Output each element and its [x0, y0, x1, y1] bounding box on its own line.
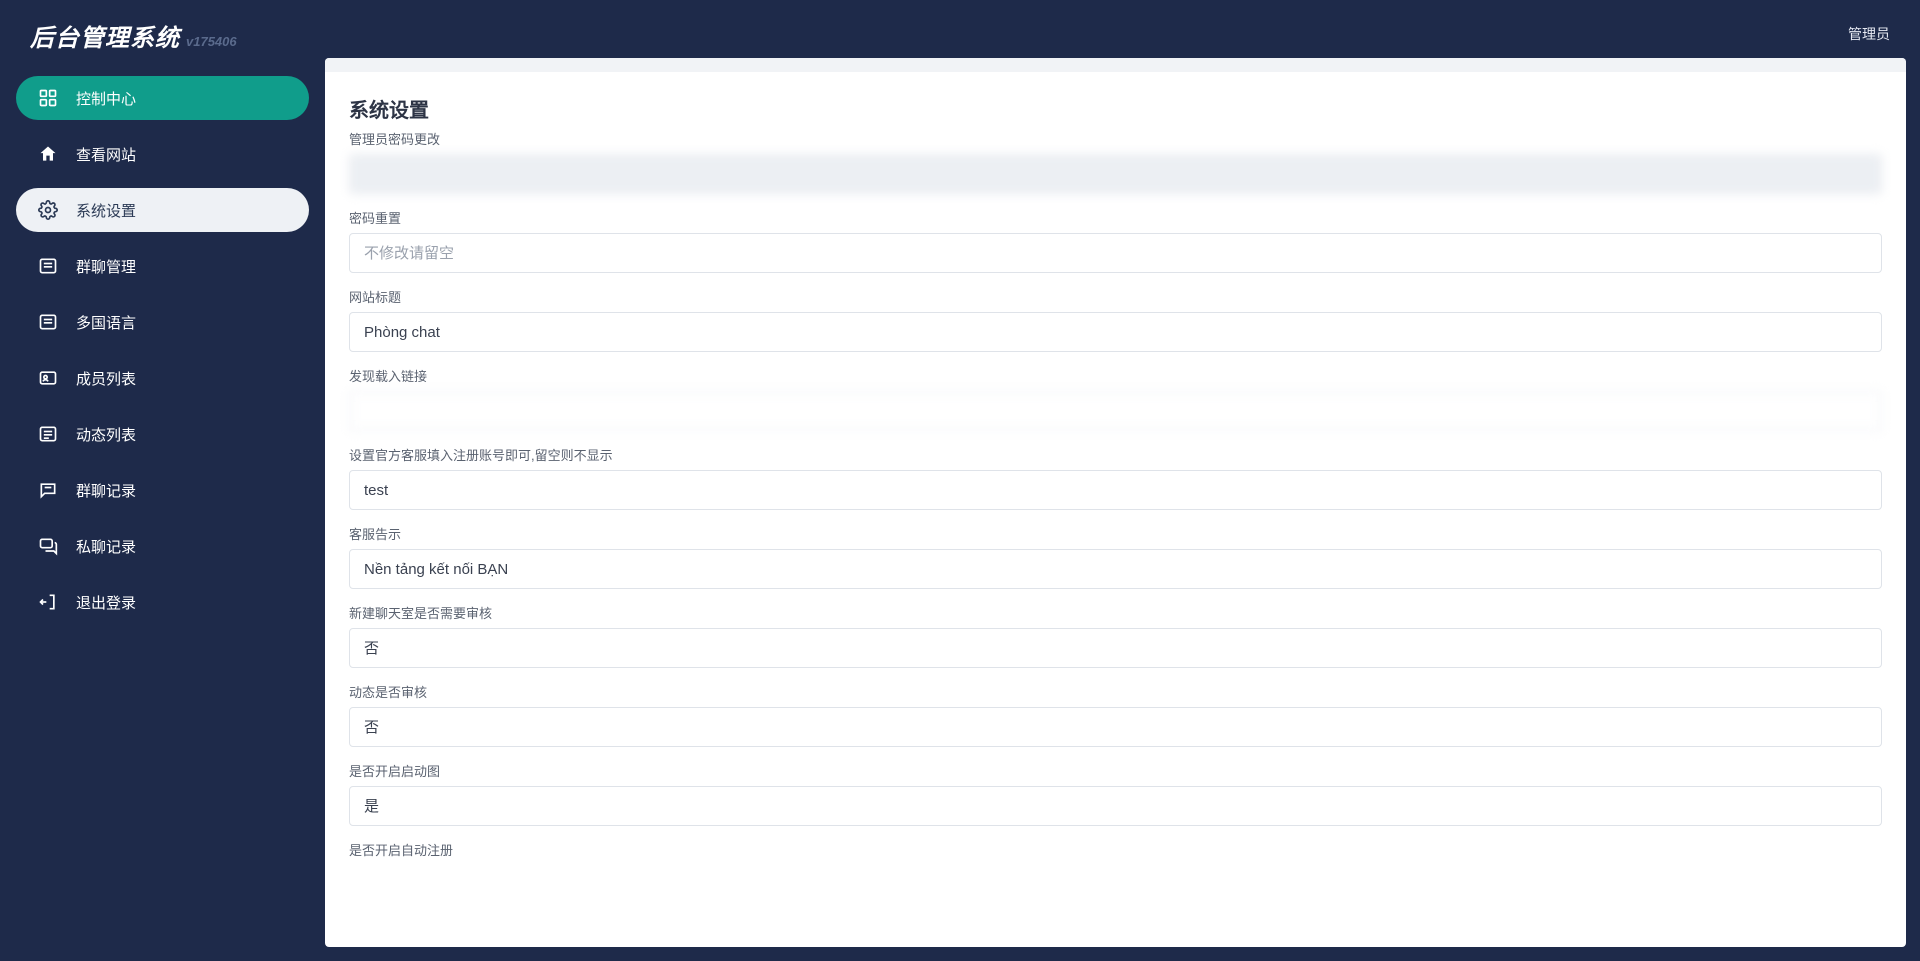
field-label: 客服告示: [349, 524, 1882, 543]
field-label: 设置官方客服填入注册账号即可,留空则不显示: [349, 445, 1882, 464]
field-cs-notice: 客服告示: [349, 524, 1882, 589]
field-label: 网站标题: [349, 287, 1882, 306]
sidebar-item-logout[interactable]: 退出登录: [16, 580, 309, 624]
field-feed-review: 动态是否审核 否: [349, 682, 1882, 747]
discover-link-input[interactable]: [349, 391, 1882, 431]
field-label: 是否开启自动注册: [349, 840, 1882, 859]
current-user-role[interactable]: 管理员: [1848, 18, 1890, 44]
sidebar-item-members[interactable]: 成员列表: [16, 356, 309, 400]
field-discover-link: 发现载入链接: [349, 366, 1882, 431]
panel-body: 系统设置 管理员密码更改 密码重置 网站标题 发现载入链接: [325, 72, 1906, 947]
main: 系统设置 管理员密码更改 密码重置 网站标题 发现载入链接: [325, 58, 1920, 961]
sidebar-item-system-settings[interactable]: 系统设置: [16, 188, 309, 232]
logout-icon: [38, 592, 58, 612]
field-label: 密码重置: [349, 208, 1882, 227]
field-label: 发现载入链接: [349, 366, 1882, 385]
settings-panel: 系统设置 管理员密码更改 密码重置 网站标题 发现载入链接: [325, 58, 1906, 947]
gear-icon: [38, 200, 58, 220]
field-label: 是否开启启动图: [349, 761, 1882, 780]
field-enable-splash: 是否开启启动图 是: [349, 761, 1882, 826]
chat-bubbles-icon: [38, 536, 58, 556]
shell: 控制中心 查看网站 系统设置 群聊管理 多国语言: [0, 58, 1920, 961]
sidebar-item-label: 群聊记录: [76, 480, 136, 501]
admin-password-input[interactable]: [349, 154, 1882, 194]
sidebar-item-label: 控制中心: [76, 88, 136, 109]
topbar: 后台管理系统 v175406 管理员: [0, 0, 1920, 58]
new-room-review-select[interactable]: 否: [349, 628, 1882, 668]
field-site-title: 网站标题: [349, 287, 1882, 352]
field-new-room-review: 新建聊天室是否需要审核 否: [349, 603, 1882, 668]
chat-icon: [38, 480, 58, 500]
sidebar-item-i18n[interactable]: 多国语言: [16, 300, 309, 344]
sidebar-item-label: 成员列表: [76, 368, 136, 389]
site-title-input[interactable]: [349, 312, 1882, 352]
sidebar-item-feeds[interactable]: 动态列表: [16, 412, 309, 456]
official-cs-input[interactable]: [349, 470, 1882, 510]
list-lines-icon: [38, 424, 58, 444]
field-label: 新建聊天室是否需要审核: [349, 603, 1882, 622]
field-admin-password-change: 管理员密码更改: [349, 129, 1882, 194]
sidebar-item-label: 查看网站: [76, 144, 136, 165]
brand: 后台管理系统 v175406: [30, 18, 237, 53]
sidebar-item-label: 系统设置: [76, 200, 136, 221]
panel-top-strip: [325, 58, 1906, 72]
list-icon: [38, 312, 58, 332]
page-title: 系统设置: [349, 94, 1882, 123]
sidebar: 控制中心 查看网站 系统设置 群聊管理 多国语言: [0, 58, 325, 961]
sidebar-item-view-site[interactable]: 查看网站: [16, 132, 309, 176]
sidebar-item-label: 多国语言: [76, 312, 136, 333]
home-icon: [38, 144, 58, 164]
cs-notice-input[interactable]: [349, 549, 1882, 589]
dashboard-icon: [38, 88, 58, 108]
enable-splash-select[interactable]: 是: [349, 786, 1882, 826]
feed-review-select[interactable]: 否: [349, 707, 1882, 747]
field-password-reset: 密码重置: [349, 208, 1882, 273]
sidebar-item-label: 私聊记录: [76, 536, 136, 557]
sidebar-item-group-chat[interactable]: 群聊管理: [16, 244, 309, 288]
list-icon: [38, 256, 58, 276]
field-enable-auto-register: 是否开启自动注册: [349, 840, 1882, 859]
field-official-cs: 设置官方客服填入注册账号即可,留空则不显示: [349, 445, 1882, 510]
sidebar-item-label: 退出登录: [76, 592, 136, 613]
sidebar-item-label: 动态列表: [76, 424, 136, 445]
sidebar-item-control-center[interactable]: 控制中心: [16, 76, 309, 120]
sidebar-item-dm-log[interactable]: 私聊记录: [16, 524, 309, 568]
sidebar-item-group-log[interactable]: 群聊记录: [16, 468, 309, 512]
sidebar-item-label: 群聊管理: [76, 256, 136, 277]
field-label: 管理员密码更改: [349, 129, 1882, 148]
field-label: 动态是否审核: [349, 682, 1882, 701]
id-card-icon: [38, 368, 58, 388]
app-version: v175406: [186, 34, 237, 49]
password-reset-input[interactable]: [349, 233, 1882, 273]
app-title: 后台管理系统: [30, 18, 180, 53]
